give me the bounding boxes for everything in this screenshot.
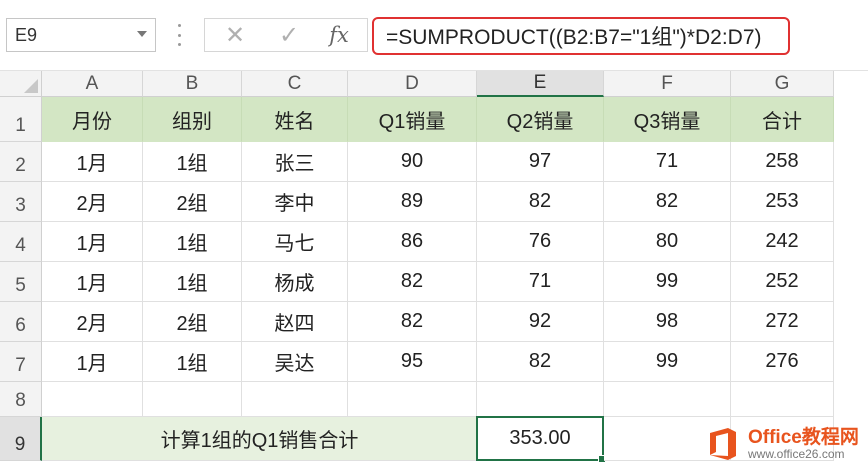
cell-d4[interactable]: 86 (348, 222, 477, 262)
cancel-icon[interactable]: ✕ (213, 19, 257, 51)
cell-f2[interactable]: 71 (604, 142, 731, 182)
row-header-8[interactable]: 8 (0, 382, 42, 417)
row-header-4[interactable]: 4 (0, 222, 42, 262)
cell-e5[interactable]: 71 (477, 262, 604, 302)
cell-b7[interactable]: 1组 (143, 342, 242, 382)
header-cell-d[interactable]: Q1销量 (348, 97, 477, 142)
summary-label[interactable]: 计算1组的Q1销售合计 (42, 417, 477, 461)
cell-c6[interactable]: 赵四 (242, 302, 348, 342)
column-header-d[interactable]: D (348, 71, 477, 97)
cell-a8[interactable] (42, 382, 143, 417)
cell-g4[interactable]: 242 (731, 222, 834, 262)
cell-a4[interactable]: 1月 (42, 222, 143, 262)
cell-e8[interactable] (477, 382, 604, 417)
row-header-5[interactable]: 5 (0, 262, 42, 302)
header-cell-g[interactable]: 合计 (731, 97, 834, 142)
header-cell-f[interactable]: Q3销量 (604, 97, 731, 142)
cell-b6[interactable]: 2组 (143, 302, 242, 342)
cell-g2[interactable]: 258 (731, 142, 834, 182)
cell-a7[interactable]: 1月 (42, 342, 143, 382)
cell-c7[interactable]: 吴达 (242, 342, 348, 382)
cell-e6[interactable]: 92 (477, 302, 604, 342)
watermark-title: Office教程网 (748, 426, 859, 448)
more-vertical-icon[interactable] (176, 24, 182, 46)
row-header-2[interactable]: 2 (0, 142, 42, 182)
formula-buttons: ✕ ✓ fx (204, 18, 368, 52)
spreadsheet-grid: A B C D E F G 1 2 3 4 5 6 7 8 9 月份 组别 姓名 Q1销量 Q2销量 Q3销量 合计 1月 1组… (0, 71, 868, 474)
cell-c2[interactable]: 张三 (242, 142, 348, 182)
cell-b3[interactable]: 2组 (143, 182, 242, 222)
office-logo-icon (704, 425, 742, 463)
cell-d8[interactable] (348, 382, 477, 417)
watermark-url: www.office26.com (748, 446, 845, 461)
name-box[interactable]: E9 (6, 18, 156, 52)
cell-f6[interactable]: 98 (604, 302, 731, 342)
column-header-b[interactable]: B (143, 71, 242, 97)
cell-d5[interactable]: 82 (348, 262, 477, 302)
cell-g8[interactable] (731, 382, 834, 417)
row-header-3[interactable]: 3 (0, 182, 42, 222)
cell-c5[interactable]: 杨成 (242, 262, 348, 302)
cell-b4[interactable]: 1组 (143, 222, 242, 262)
header-cell-e[interactable]: Q2销量 (477, 97, 604, 142)
enter-icon[interactable]: ✓ (267, 19, 311, 51)
cell-d2[interactable]: 90 (348, 142, 477, 182)
row-header-6[interactable]: 6 (0, 302, 42, 342)
header-cell-b[interactable]: 组别 (143, 97, 242, 142)
header-cell-a[interactable]: 月份 (42, 97, 143, 142)
cell-b8[interactable] (143, 382, 242, 417)
column-header-e[interactable]: E (477, 71, 604, 97)
cell-f4[interactable]: 80 (604, 222, 731, 262)
cell-g6[interactable]: 272 (731, 302, 834, 342)
cell-b5[interactable]: 1组 (143, 262, 242, 302)
row-header-9[interactable]: 9 (0, 417, 42, 461)
cell-a3[interactable]: 2月 (42, 182, 143, 222)
insert-function-icon[interactable]: fx (317, 19, 361, 51)
select-all-corner[interactable] (0, 71, 42, 97)
watermark: Office教程网 www.office26.com (704, 418, 862, 470)
header-cell-c[interactable]: 姓名 (242, 97, 348, 142)
cell-f3[interactable]: 82 (604, 182, 731, 222)
cell-e4[interactable]: 76 (477, 222, 604, 262)
column-header-f[interactable]: F (604, 71, 731, 97)
cell-c3[interactable]: 李中 (242, 182, 348, 222)
formula-input[interactable]: =SUMPRODUCT((B2:B7="1组")*D2:D7) (372, 17, 790, 55)
summary-result-cell[interactable]: 353.00 (476, 416, 606, 463)
column-header-g[interactable]: G (731, 71, 834, 97)
cell-c4[interactable]: 马七 (242, 222, 348, 262)
column-header-c[interactable]: C (242, 71, 348, 97)
cell-d3[interactable]: 89 (348, 182, 477, 222)
cell-g7[interactable]: 276 (731, 342, 834, 382)
cell-f5[interactable]: 99 (604, 262, 731, 302)
cell-d6[interactable]: 82 (348, 302, 477, 342)
cell-a5[interactable]: 1月 (42, 262, 143, 302)
cell-b2[interactable]: 1组 (143, 142, 242, 182)
cell-e3[interactable]: 82 (477, 182, 604, 222)
cell-e7[interactable]: 82 (477, 342, 604, 382)
cell-e2[interactable]: 97 (477, 142, 604, 182)
cell-c8[interactable] (242, 382, 348, 417)
cell-a2[interactable]: 1月 (42, 142, 143, 182)
row-header-7[interactable]: 7 (0, 342, 42, 382)
formula-bar: E9 ✕ ✓ fx =SUMPRODUCT((B2:B7="1组")*D2:D7… (0, 0, 868, 70)
cell-f8[interactable] (604, 382, 731, 417)
cell-g5[interactable]: 252 (731, 262, 834, 302)
cell-a6[interactable]: 2月 (42, 302, 143, 342)
cell-g3[interactable]: 253 (731, 182, 834, 222)
row-header-1[interactable]: 1 (0, 97, 42, 142)
column-header-a[interactable]: A (42, 71, 143, 97)
name-box-value: E9 (15, 24, 38, 45)
cell-d7[interactable]: 95 (348, 342, 477, 382)
chevron-down-icon[interactable] (137, 31, 147, 37)
cell-f7[interactable]: 99 (604, 342, 731, 382)
